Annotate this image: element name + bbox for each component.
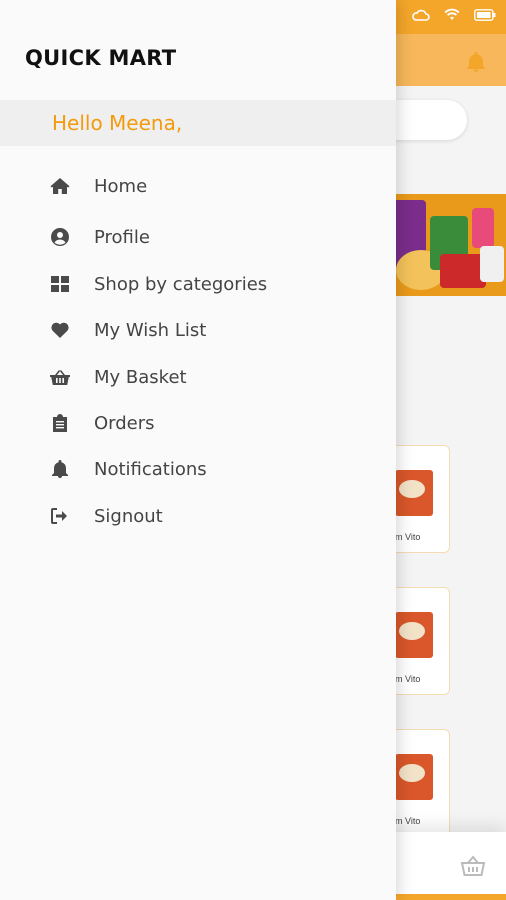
menu-item-home[interactable]: Home: [0, 166, 396, 206]
product-image: [395, 470, 433, 516]
menu-item-wish-list[interactable]: My Wish List: [0, 310, 396, 350]
home-icon: [50, 176, 70, 196]
menu-item-label: Signout: [94, 505, 163, 527]
user-circle-icon: [50, 227, 70, 247]
brand-title: QUICK MART: [25, 46, 177, 70]
navigation-drawer: QUICK MART Hello Meena, Home Profile Sho…: [0, 0, 396, 900]
menu-item-label: My Basket: [94, 366, 187, 388]
menu-item-orders[interactable]: Orders: [0, 403, 396, 443]
basket-icon: [50, 367, 70, 387]
signout-icon: [50, 506, 70, 526]
menu-item-label: Profile: [94, 226, 150, 248]
menu-item-profile[interactable]: Profile: [0, 217, 396, 257]
menu-item-label: Home: [94, 175, 148, 197]
greeting-band: Hello Meena,: [0, 100, 396, 146]
menu-item-label: Shop by categories: [94, 273, 268, 295]
battery-icon: [474, 9, 496, 21]
bell-icon: [50, 459, 70, 479]
product-image: [395, 754, 433, 800]
basket-icon[interactable]: [460, 855, 486, 877]
bell-icon[interactable]: [464, 50, 488, 74]
clipboard-icon: [50, 413, 70, 433]
menu-item-signout[interactable]: Signout: [0, 496, 396, 536]
menu-item-label: My Wish List: [94, 319, 207, 341]
product-label: m Vito: [395, 674, 421, 684]
weather-icon: [412, 9, 430, 21]
menu-item-notifications[interactable]: Notifications: [0, 449, 396, 489]
menu-item-shop-by-categories[interactable]: Shop by categories: [0, 264, 396, 304]
greeting-text: Hello Meena,: [52, 111, 183, 135]
menu-item-label: Notifications: [94, 458, 207, 480]
menu-item-label: Orders: [94, 412, 155, 434]
promo-banner[interactable]: [380, 194, 506, 296]
product-label: m Vito: [395, 532, 421, 542]
product-image: [395, 612, 433, 658]
wifi-icon: [444, 8, 460, 20]
heart-icon: [50, 320, 70, 340]
product-label: m Vito: [395, 816, 421, 826]
menu-item-basket[interactable]: My Basket: [0, 357, 396, 397]
grid-icon: [50, 274, 70, 294]
